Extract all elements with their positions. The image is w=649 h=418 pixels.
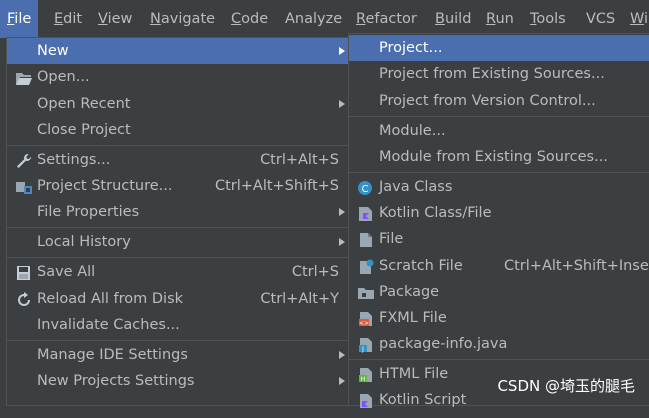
menu-separator xyxy=(7,340,349,341)
java-file-icon: J xyxy=(357,336,375,353)
menu-item-file-properties[interactable]: File Properties xyxy=(7,199,349,225)
menu-file[interactable]: File xyxy=(0,0,39,38)
submenu-arrow-icon xyxy=(339,351,345,359)
menu-item-new-projects-settings[interactable]: New Projects Settings xyxy=(7,368,349,394)
submenu-item-module[interactable]: Module... xyxy=(349,118,649,144)
submenu-item-module-from-existing[interactable]: Module from Existing Sources... xyxy=(349,144,649,170)
save-icon xyxy=(15,264,33,280)
folder-open-icon xyxy=(15,69,33,85)
menu-edit[interactable]: Edit xyxy=(47,0,89,38)
svg-text:C: C xyxy=(362,184,369,195)
svg-text:<>: <> xyxy=(359,320,369,327)
menu-item-project-structure[interactable]: Project Structure... Ctrl+Alt+Shift+S xyxy=(7,173,349,199)
package-icon xyxy=(357,284,375,300)
menu-item-save-all[interactable]: Save All Ctrl+S xyxy=(7,259,349,285)
kotlin-file-icon xyxy=(357,205,375,221)
submenu-item-file[interactable]: File xyxy=(349,226,649,252)
new-submenu: Project... Project from Existing Sources… xyxy=(348,33,649,408)
submenu-arrow-icon xyxy=(339,47,345,55)
menu-item-local-history[interactable]: Local History xyxy=(7,229,349,255)
submenu-arrow-icon xyxy=(339,100,345,108)
submenu-item-scratch-file[interactable]: Scratch File Ctrl+Alt+Shift+Insert xyxy=(349,253,649,279)
file-icon xyxy=(357,231,375,247)
submenu-item-fxml-file[interactable]: <> FXML File xyxy=(349,305,649,331)
java-class-icon: C xyxy=(357,179,375,195)
menu-item-new[interactable]: New xyxy=(7,38,349,64)
menu-separator xyxy=(7,145,349,146)
svg-text:J: J xyxy=(361,346,364,353)
scratch-file-icon xyxy=(357,258,375,274)
submenu-arrow-icon xyxy=(339,377,345,385)
menu-analyze[interactable]: Analyze xyxy=(278,0,349,38)
project-structure-icon xyxy=(15,178,33,194)
submenu-item-java-class[interactable]: C Java Class xyxy=(349,174,649,200)
submenu-arrow-icon xyxy=(339,238,345,246)
file-menu: New Open... Open Recent Close Project Se… xyxy=(6,37,350,406)
menu-item-open-recent[interactable]: Open Recent xyxy=(7,91,349,117)
menu-separator xyxy=(349,172,649,173)
submenu-arrow-icon xyxy=(339,208,345,216)
submenu-item-project-from-vcs[interactable]: Project from Version Control... xyxy=(349,88,649,114)
submenu-item-package[interactable]: Package xyxy=(349,279,649,305)
menu-view[interactable]: View xyxy=(91,0,139,38)
menu-navigate[interactable]: Navigate xyxy=(143,0,222,38)
html-file-icon: H xyxy=(357,366,375,383)
menu-code[interactable]: Code xyxy=(224,0,275,38)
menu-separator xyxy=(7,257,349,258)
menu-item-manage-ide-settings[interactable]: Manage IDE Settings xyxy=(7,342,349,368)
fxml-file-icon: <> xyxy=(357,310,375,327)
menu-item-invalidate-caches[interactable]: Invalidate Caches... xyxy=(7,312,349,338)
submenu-item-project[interactable]: Project... xyxy=(349,35,649,61)
wrench-icon xyxy=(15,152,33,168)
watermark: CSDN @埼玉的腿毛 xyxy=(497,377,635,395)
submenu-item-kotlin-class[interactable]: Kotlin Class/File xyxy=(349,200,649,226)
svg-text:H: H xyxy=(361,376,366,383)
menu-separator xyxy=(7,227,349,228)
menu-item-open[interactable]: Open... xyxy=(7,64,349,90)
submenu-item-package-info[interactable]: J package-info.java xyxy=(349,331,649,357)
menu-item-reload[interactable]: Reload All from Disk Ctrl+Alt+Y xyxy=(7,286,349,312)
menu-separator xyxy=(349,359,649,360)
reload-icon xyxy=(15,291,33,307)
menu-separator xyxy=(349,116,649,117)
menu-item-settings[interactable]: Settings... Ctrl+Alt+S xyxy=(7,147,349,173)
submenu-item-project-from-existing[interactable]: Project from Existing Sources... xyxy=(349,61,649,87)
menu-item-close-project[interactable]: Close Project xyxy=(7,117,349,143)
